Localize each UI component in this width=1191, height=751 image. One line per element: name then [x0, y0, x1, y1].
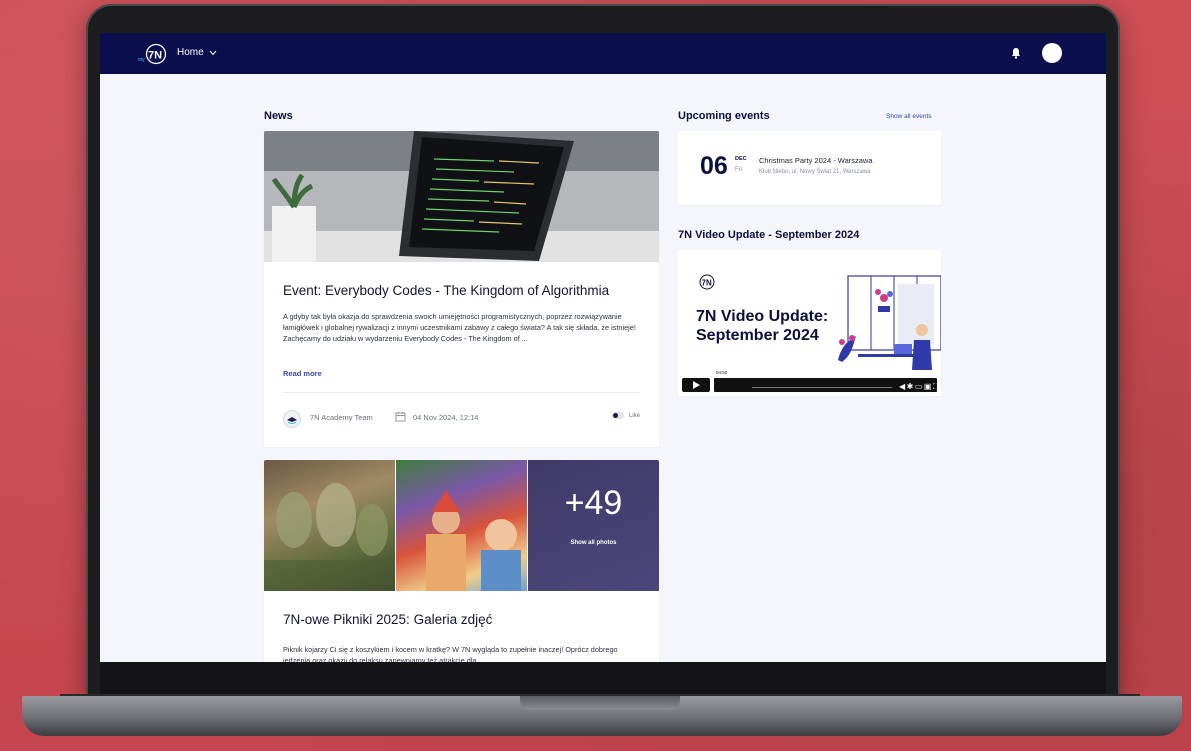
pip-icon[interactable]: ▣: [924, 382, 933, 391]
divider: [283, 392, 640, 393]
author-name: 7N Academy Team: [310, 413, 373, 422]
office-illustration: [838, 275, 941, 370]
volume-icon[interactable]: ◀: [899, 382, 907, 391]
home-menu[interactable]: Home: [177, 47, 217, 58]
video-controls: ◀✱▭▣⛶ 04:50: [682, 370, 940, 393]
show-all-photos-link[interactable]: Show all photos: [528, 540, 659, 546]
news-post-card[interactable]: +49 Show all photos 7N-owe Pikniki 2025:…: [264, 460, 659, 662]
gallery-photo[interactable]: [396, 460, 527, 591]
event-card[interactable]: 06 DEC Fri Christmas Party 2024 - Warsza…: [678, 131, 941, 205]
gallery-photo[interactable]: [264, 460, 395, 591]
calendar-icon: [395, 412, 406, 422]
screen: 7N my Home News Event: Everybody Codes -…: [100, 33, 1106, 662]
video-player[interactable]: 7N 7N Video Update: September 2024 ◀✱▭▣⛶…: [678, 250, 941, 396]
video-control-bar: ◀✱▭▣⛶: [714, 378, 940, 392]
event-day: 06: [700, 152, 728, 180]
7n-logo-icon: 7N: [699, 274, 715, 290]
read-more-link[interactable]: Read more: [283, 369, 322, 378]
home-menu-label: Home: [177, 47, 204, 58]
news-post-image: [264, 131, 659, 262]
laptop-notch: [520, 696, 680, 710]
event-month: DEC: [735, 156, 747, 162]
jars-photo-illustration: [264, 483, 395, 591]
svg-text:7N: 7N: [148, 50, 162, 62]
news-post-card[interactable]: Event: Everybody Codes - The Kingdom of …: [264, 131, 659, 447]
like-switch-icon: [611, 412, 624, 419]
news-post-excerpt: A gdyby tak była okazja do sprawdzenia s…: [283, 312, 636, 343]
post-date: 04 Nov 2024, 12:14: [413, 413, 479, 422]
video-control-icons: ◀✱▭▣⛶: [899, 382, 940, 392]
news-section-title: News: [264, 110, 293, 122]
chevron-down-icon: [209, 50, 217, 55]
video-time: 04:50: [716, 370, 728, 375]
svg-text:my: my: [138, 57, 145, 63]
kids-photo-illustration: [426, 490, 521, 591]
like-toggle[interactable]: Like: [611, 412, 640, 419]
avatar[interactable]: [1042, 43, 1062, 63]
author-avatar: [283, 410, 301, 428]
cast-icon[interactable]: ▭: [915, 382, 924, 391]
news-post-title[interactable]: Event: Everybody Codes - The Kingdom of …: [283, 283, 609, 298]
svg-text:7N: 7N: [702, 279, 712, 288]
laptop-code-illustration: [264, 131, 659, 262]
play-button[interactable]: [682, 378, 710, 392]
video-progress-track[interactable]: [752, 387, 892, 388]
video-section-title: 7N Video Update - September 2024: [678, 229, 860, 241]
events-section-title: Upcoming events: [678, 110, 770, 122]
news-post-meta: 7N Academy Team 04 Nov 2024, 12:14 Like: [283, 410, 640, 428]
gallery-more-photos[interactable]: [528, 460, 659, 591]
news-post-excerpt: Piknik kojarzy Ci się z koszykiem i koce…: [283, 645, 618, 662]
7n-logo-icon[interactable]: 7N my: [138, 43, 172, 65]
event-title[interactable]: Christmas Party 2024 - Warszawa: [759, 156, 873, 165]
news-post-title[interactable]: 7N-owe Pikniki 2025: Galeria zdjęć: [283, 612, 492, 627]
video-heading: 7N Video Update: September 2024: [696, 307, 846, 345]
event-weekday: Fri: [735, 167, 742, 173]
7n-academy-icon: [287, 417, 297, 424]
show-all-events-link[interactable]: Show all events: [886, 113, 932, 120]
like-label: Like: [628, 412, 640, 419]
bell-icon[interactable]: [1009, 46, 1023, 60]
settings-icon[interactable]: ✱: [907, 382, 915, 391]
fullscreen-icon[interactable]: ⛶: [933, 382, 940, 391]
top-navbar: 7N my Home: [100, 33, 1106, 74]
photo-count: +49: [564, 484, 623, 522]
event-location: Klub Niebo, ul. Nowy Świat 21, Warszawa: [759, 169, 871, 175]
laptop-bezel-bottom: [100, 662, 1106, 696]
video-heading-line2: September 2024: [696, 327, 819, 344]
video-heading-line1: 7N Video Update:: [696, 308, 829, 325]
